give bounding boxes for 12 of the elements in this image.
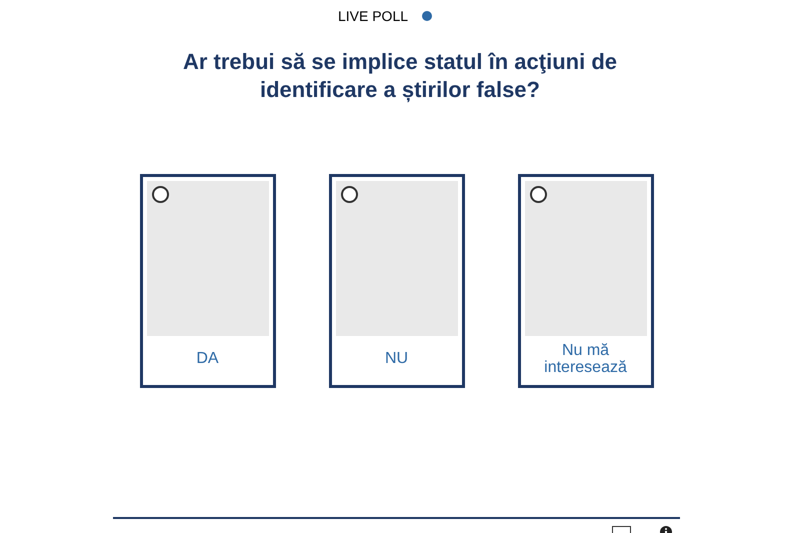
live-poll-label: LIVE POLL (338, 8, 408, 24)
option-card[interactable]: DA (140, 174, 276, 388)
radio-button[interactable] (530, 186, 546, 203)
radio-button[interactable] (152, 186, 168, 203)
option-label: NU (384, 350, 410, 367)
option-label: Nu mă interesează (543, 342, 628, 376)
option-card[interactable]: NU (328, 174, 464, 388)
poll-question: Ar trebui să se implice statul în acţiuni de identificare a știrilor false? (182, 48, 618, 104)
option-label: DA (195, 350, 220, 367)
status-dot-icon (422, 10, 432, 20)
radio-button[interactable] (340, 186, 358, 203)
option-card[interactable]: Nu mă interesează (518, 174, 654, 388)
